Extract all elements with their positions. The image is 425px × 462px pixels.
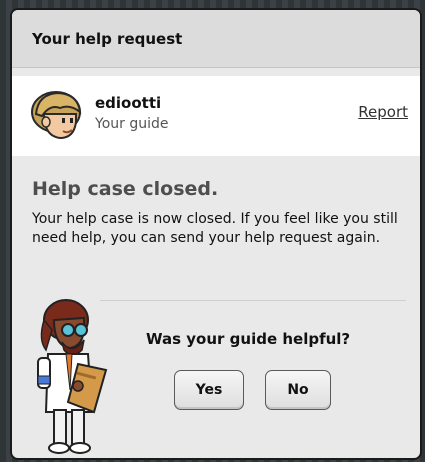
- divider: [100, 300, 406, 301]
- report-link[interactable]: Report: [358, 103, 408, 121]
- guide-role: Your guide: [95, 116, 169, 132]
- guide-avatar-icon: [31, 91, 82, 140]
- dialog-title: Your help request: [32, 29, 183, 48]
- yes-button[interactable]: Yes: [174, 370, 244, 410]
- status-title: Help case closed.: [32, 178, 219, 200]
- help-request-dialog: Your help request ediootti Your guide Re…: [10, 8, 422, 460]
- helper-character-icon: [37, 299, 108, 454]
- no-button[interactable]: No: [265, 370, 331, 410]
- status-message: Your help case is now closed. If you fee…: [32, 211, 398, 246]
- dialog-header: Your help request: [12, 10, 420, 68]
- guide-row: ediootti Your guide Report: [12, 76, 420, 156]
- guide-name: ediootti: [95, 94, 162, 112]
- feedback-question: Was your guide helpful?: [146, 330, 351, 348]
